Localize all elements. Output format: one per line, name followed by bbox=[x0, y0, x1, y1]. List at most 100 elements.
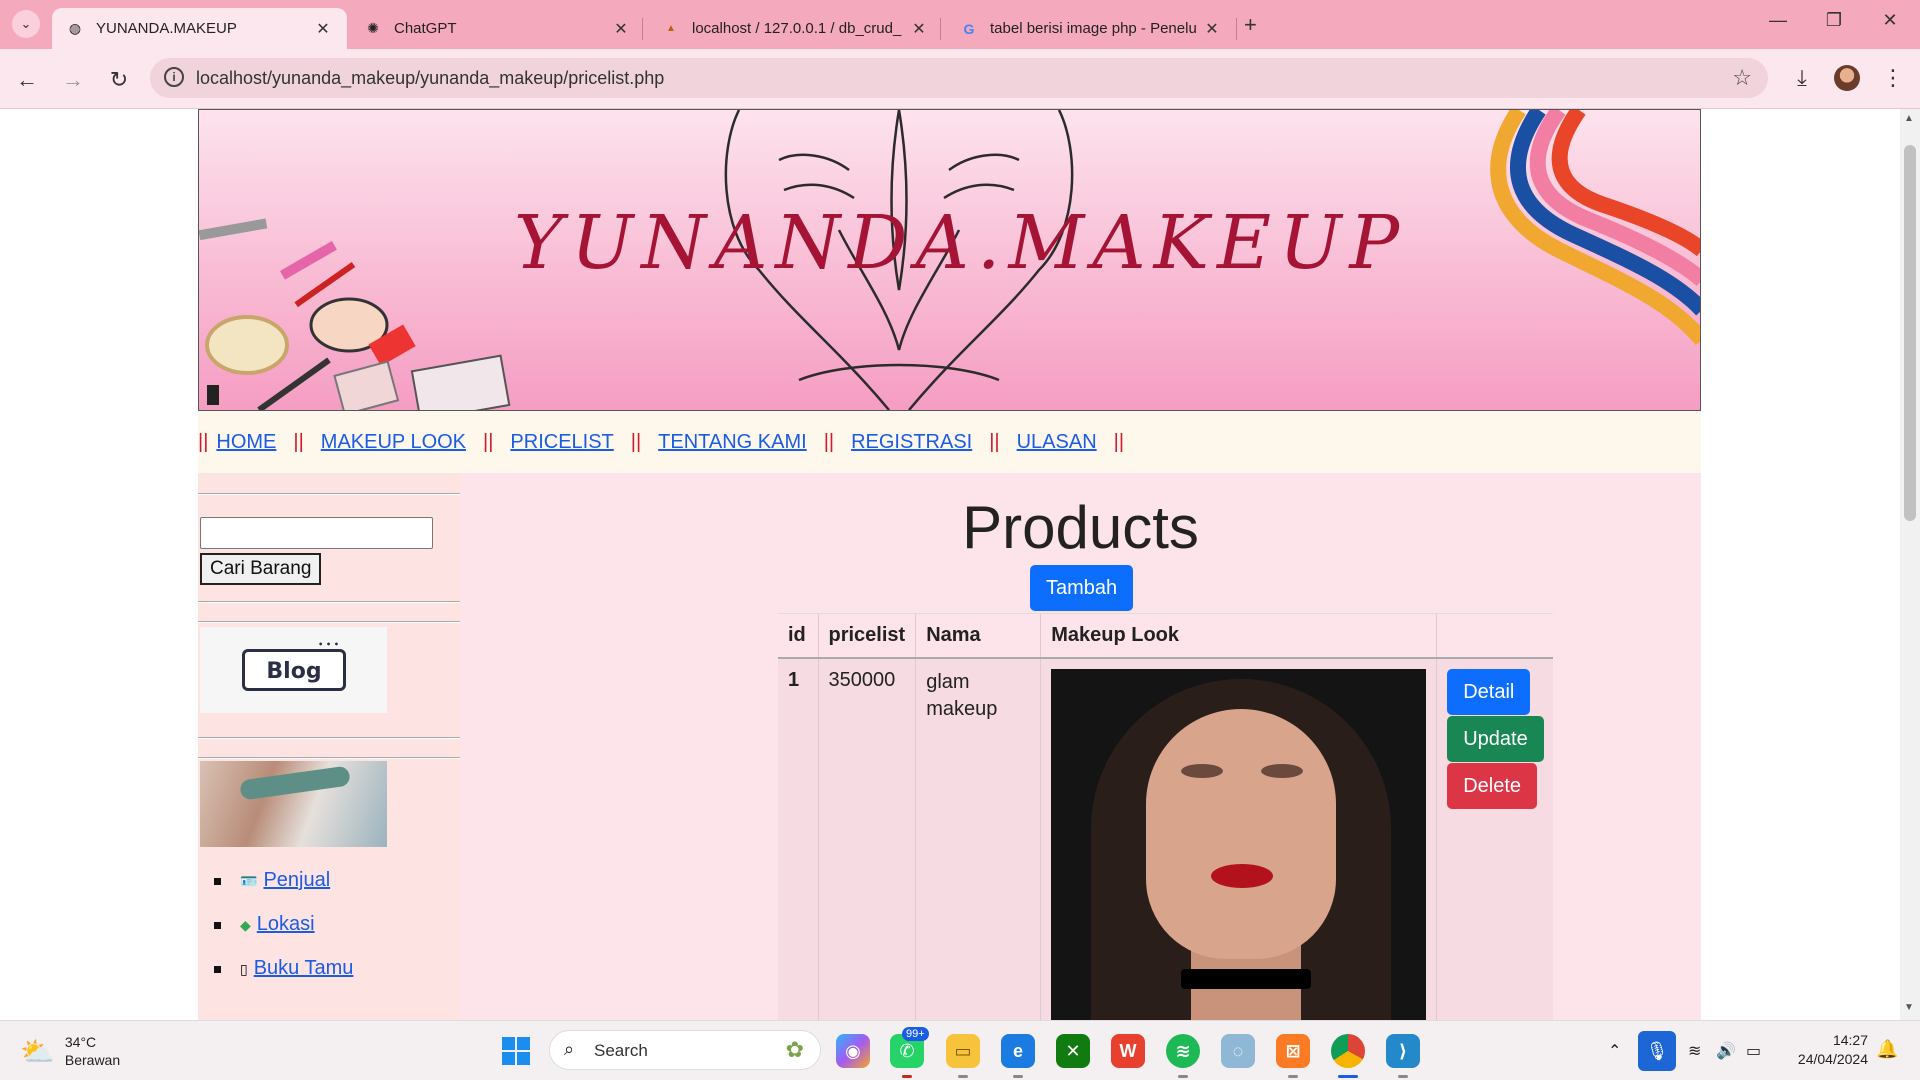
nav-home[interactable]: HOME bbox=[216, 431, 276, 454]
download-icon[interactable]: ⤓ bbox=[1787, 65, 1817, 91]
weather-text: 34°C Berawan bbox=[65, 1033, 120, 1069]
search-button[interactable]: Cari Barang bbox=[200, 553, 322, 585]
close-icon[interactable]: ✕ bbox=[611, 19, 631, 39]
chrome-icon[interactable] bbox=[1331, 1034, 1365, 1068]
scrollbar-thumb[interactable] bbox=[1904, 145, 1916, 521]
page-scrollbar[interactable]: ▲ ▼ bbox=[1900, 109, 1920, 1020]
nav-makeup-look[interactable]: MAKEUP LOOK bbox=[321, 431, 466, 454]
tab-search-chevron-icon[interactable]: ⌄ bbox=[12, 10, 40, 38]
detail-button[interactable]: Detail bbox=[1447, 669, 1531, 715]
url-text[interactable]: localhost/yunanda_makeup/yunanda_makeup/… bbox=[196, 68, 664, 89]
delete-button[interactable]: Delete bbox=[1447, 763, 1538, 809]
tab-yunanda-makeup[interactable]: ◍ YUNANDA.MAKEUP ✕ bbox=[52, 8, 347, 49]
cell-pricelist: 350000 bbox=[817, 658, 916, 1020]
tab-chatgpt[interactable]: ✺ ChatGPT ✕ bbox=[350, 8, 645, 49]
tab-title: localhost / 127.0.0.1 / db_crud_ bbox=[692, 20, 902, 37]
add-product-button[interactable]: Tambah bbox=[1030, 565, 1134, 611]
vscode-icon[interactable]: ⟩ bbox=[1386, 1034, 1420, 1068]
page-title: Products bbox=[962, 494, 1199, 561]
partly-cloudy-icon: ⛅ bbox=[20, 1035, 55, 1067]
guestbook-icon: ▯ bbox=[240, 961, 248, 977]
window-close-icon[interactable]: ✕ bbox=[1870, 10, 1910, 31]
tab-phpmyadmin[interactable]: ▲ localhost / 127.0.0.1 / db_crud_ ✕ bbox=[648, 8, 943, 49]
back-arrow-icon[interactable]: ← bbox=[12, 67, 42, 93]
reload-icon[interactable]: ↻ bbox=[104, 67, 134, 93]
system-clock[interactable]: 14:27 24/04/2024 bbox=[1784, 1031, 1868, 1069]
photos-icon[interactable]: ◌ bbox=[1221, 1034, 1255, 1068]
nav-separator: || bbox=[823, 430, 835, 453]
tab-title: YUNANDA.MAKEUP bbox=[96, 20, 237, 37]
nav-tentang-kami[interactable]: TENTANG KAMI bbox=[658, 431, 807, 454]
running-indicator bbox=[1398, 1075, 1408, 1078]
microphone-icon[interactable]: 🎙 bbox=[1638, 1031, 1676, 1071]
link-penjual[interactable]: Penjual bbox=[263, 869, 330, 891]
tab-title: tabel berisi image php - Penelu bbox=[990, 20, 1197, 37]
divider bbox=[198, 621, 460, 623]
profile-avatar[interactable] bbox=[1834, 65, 1860, 91]
search-input[interactable] bbox=[200, 517, 433, 549]
close-icon[interactable]: ✕ bbox=[909, 19, 929, 39]
tab-title: ChatGPT bbox=[394, 20, 457, 37]
nav-separator: || bbox=[630, 430, 642, 453]
copilot-icon[interactable]: ◉ bbox=[836, 1034, 870, 1068]
main-content: Products Tambah id pricelist Nama Makeup… bbox=[460, 473, 1701, 1020]
search-icon: ⌕ bbox=[564, 1039, 575, 1059]
blog-banner[interactable]: Blog bbox=[200, 627, 387, 713]
file-explorer-icon[interactable]: ▭ bbox=[946, 1034, 980, 1068]
taskbar-search[interactable]: ⌕ Search ✿ bbox=[549, 1030, 821, 1070]
page-viewport: YUNANDA.MAKEUP || HOME || MAKEUP LOOK ||… bbox=[0, 109, 1920, 1020]
address-bar[interactable]: i localhost/yunanda_makeup/yunanda_makeu… bbox=[150, 58, 1768, 98]
forward-arrow-icon[interactable]: → bbox=[58, 67, 88, 93]
col-header-actions bbox=[1436, 613, 1553, 659]
tab-google-search[interactable]: G tabel berisi image php - Penelu ✕ bbox=[946, 8, 1236, 49]
weather-widget[interactable]: ⛅ 34°C Berawan bbox=[20, 1033, 120, 1069]
notification-bell-icon[interactable]: 🔔 bbox=[1876, 1039, 1898, 1060]
link-buku-tamu[interactable]: Buku Tamu bbox=[254, 957, 354, 979]
close-icon[interactable]: ✕ bbox=[313, 19, 333, 39]
google-icon: G bbox=[963, 20, 975, 37]
nav-separator: || bbox=[293, 430, 304, 453]
nav-pricelist[interactable]: PRICELIST bbox=[510, 431, 613, 454]
new-tab-icon[interactable]: + bbox=[1244, 12, 1257, 38]
spotify-icon[interactable]: ≋ bbox=[1166, 1034, 1200, 1068]
list-item: 🪪 Penjual bbox=[213, 869, 353, 893]
nav-separator: || bbox=[483, 430, 494, 453]
face-mask-band bbox=[239, 765, 351, 801]
sidebar: Cari Barang Blog 🪪 Penjual ◆ Lokasi ▯ Buku … bbox=[198, 473, 460, 1020]
running-indicator bbox=[958, 1075, 968, 1078]
scroll-down-icon[interactable]: ▼ bbox=[1904, 1002, 1914, 1013]
minimize-icon[interactable]: — bbox=[1758, 10, 1798, 31]
divider bbox=[198, 757, 460, 759]
running-indicator bbox=[1288, 1075, 1298, 1078]
browser-toolbar: ← → ↻ i localhost/yunanda_makeup/yunanda… bbox=[0, 49, 1920, 109]
windows-start-icon[interactable] bbox=[502, 1037, 530, 1065]
link-lokasi[interactable]: Lokasi bbox=[257, 913, 315, 935]
clock-time: 14:27 bbox=[1832, 1032, 1868, 1048]
cell-nama: glam makeup bbox=[915, 658, 1041, 1020]
table-row: 1 350000 glam makeup Detail Update Delet… bbox=[778, 658, 1553, 1020]
more-menu-icon[interactable]: ⋮ bbox=[1878, 65, 1908, 91]
volume-icon[interactable]: 🔊 bbox=[1716, 1041, 1736, 1061]
scroll-up-icon[interactable]: ▲ bbox=[1904, 113, 1914, 124]
tab-separator bbox=[642, 18, 643, 40]
site-info-icon[interactable]: i bbox=[164, 67, 184, 87]
bookmark-star-icon[interactable]: ☆ bbox=[1732, 65, 1752, 91]
nav-ulasan[interactable]: ULASAN bbox=[1017, 431, 1097, 454]
show-hidden-icons-chevron-icon[interactable]: ⌃ bbox=[1608, 1041, 1621, 1061]
edge-icon[interactable]: e bbox=[1001, 1034, 1035, 1068]
wifi-icon[interactable]: ≋ bbox=[1688, 1041, 1701, 1061]
xbox-icon[interactable]: ✕ bbox=[1056, 1034, 1090, 1068]
nav-registrasi[interactable]: REGISTRASI bbox=[851, 431, 972, 454]
weather-desc: Berawan bbox=[64, 1052, 121, 1068]
close-icon[interactable]: ✕ bbox=[1202, 19, 1222, 39]
xampp-icon[interactable]: ⊠ bbox=[1276, 1034, 1310, 1068]
battery-icon[interactable]: ▭ bbox=[1746, 1041, 1761, 1061]
update-button[interactable]: Update bbox=[1447, 716, 1544, 762]
divider bbox=[198, 601, 460, 603]
nav-separator: || bbox=[1113, 430, 1125, 453]
restore-icon[interactable]: ❐ bbox=[1814, 10, 1854, 31]
wps-office-icon[interactable]: W bbox=[1111, 1034, 1145, 1068]
running-indicator-active bbox=[1338, 1075, 1358, 1078]
clock-date: 24/04/2024 bbox=[1797, 1051, 1868, 1067]
portrait-eye bbox=[1261, 764, 1304, 778]
